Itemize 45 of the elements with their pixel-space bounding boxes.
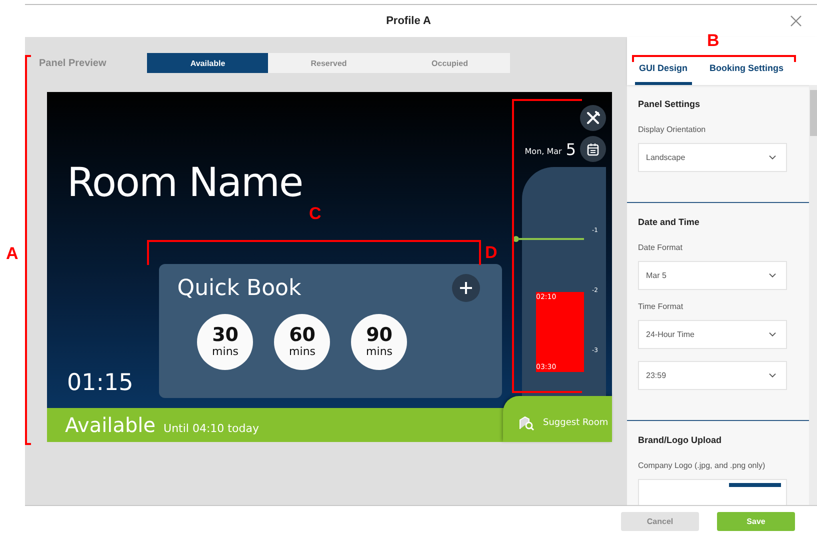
- status-label: Available: [65, 413, 156, 437]
- room-name: Room Name: [67, 160, 304, 206]
- dropdown[interactable]: 23:59: [638, 361, 787, 390]
- building-search-icon: [519, 416, 535, 430]
- section-title: Brand/Logo Upload: [638, 435, 722, 445]
- clock: 01:15: [67, 370, 134, 396]
- tools-button[interactable]: [580, 105, 606, 131]
- chevron-down-icon: [769, 273, 776, 278]
- current-time-line: [513, 236, 584, 242]
- annotation-label: C: [309, 205, 322, 222]
- dropdown[interactable]: Mar 5: [638, 261, 787, 290]
- settings-tab[interactable]: GUI Design: [635, 63, 692, 85]
- close-button[interactable]: [789, 14, 803, 28]
- scrollbar[interactable]: [809, 85, 817, 505]
- duration-button[interactable]: 30 mins: [197, 314, 254, 370]
- date-label: Mon, Mar: [524, 146, 562, 156]
- dialog-title: Profile A: [386, 15, 431, 27]
- quick-book-title: Quick Book: [177, 276, 302, 300]
- field-label: Display Orientation: [638, 125, 706, 134]
- annotation-label: A: [6, 245, 18, 262]
- dropdown[interactable]: 24-Hour Time: [638, 320, 787, 349]
- add-button[interactable]: [452, 274, 480, 302]
- chevron-down-icon: [769, 373, 776, 378]
- duration-button[interactable]: 90 mins: [351, 314, 408, 370]
- field-label: Date Format: [638, 243, 682, 252]
- calendar-button[interactable]: [580, 136, 606, 162]
- preview-label: Panel Preview: [39, 58, 106, 68]
- chevron-down-icon: [769, 155, 776, 160]
- dropdown[interactable]: Landscape: [638, 143, 787, 172]
- section-title: Date and Time: [638, 217, 700, 227]
- upload-field[interactable]: [638, 479, 787, 505]
- state-tab[interactable]: Available: [147, 53, 268, 73]
- status-until: Until 04:10 today: [164, 422, 259, 434]
- section-title: Panel Settings: [638, 99, 700, 109]
- duration-button[interactable]: 60 mins: [274, 314, 330, 370]
- field-label: Time Format: [638, 302, 684, 311]
- date-day: 5: [566, 140, 576, 158]
- annotation-label: D: [485, 244, 498, 261]
- field-label: Company Logo (.jpg, and .png only): [638, 461, 766, 470]
- plus-icon: [459, 281, 474, 295]
- chevron-down-icon: [769, 332, 776, 337]
- annotation-label: B: [707, 32, 720, 49]
- calendar-icon: [587, 142, 599, 156]
- tools-icon: [586, 111, 600, 125]
- settings-tab[interactable]: Booking Settings: [706, 63, 788, 85]
